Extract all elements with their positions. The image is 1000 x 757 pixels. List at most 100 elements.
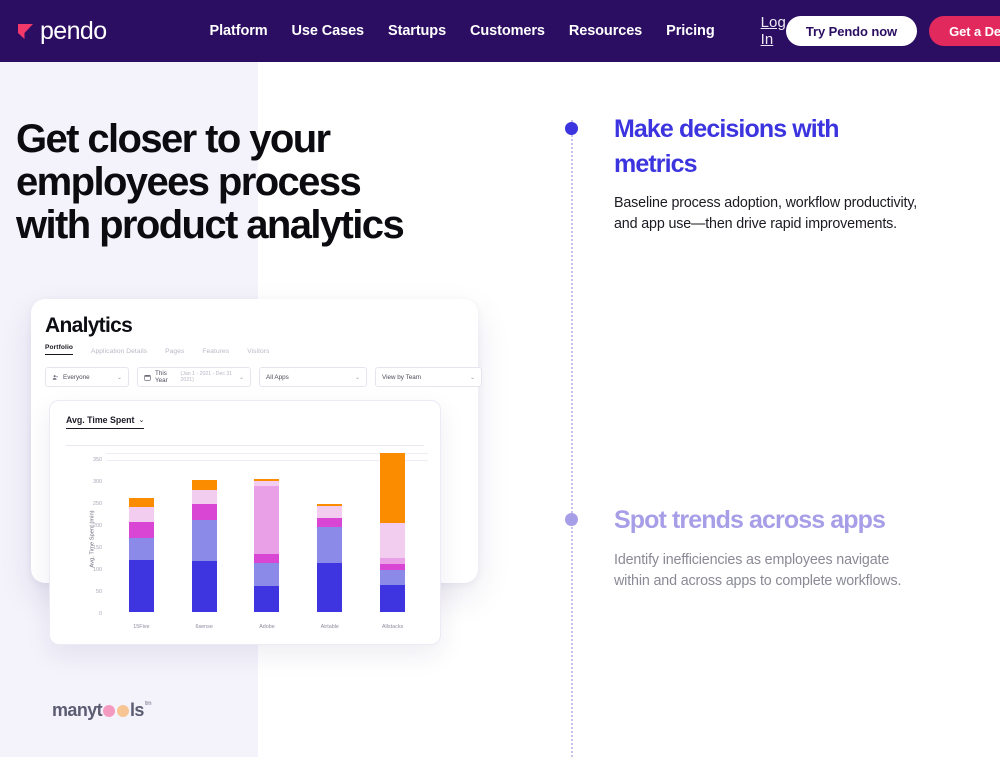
chart-bar-segment (254, 485, 280, 554)
chart-bar-segment (254, 585, 280, 612)
feature-item-2[interactable]: Spot trends across apps Identify ineffic… (614, 503, 926, 592)
timeline-dot-1 (565, 122, 578, 135)
pendo-arrow-icon (16, 20, 38, 42)
chart-bar[interactable] (380, 452, 406, 612)
chart-metric-label: Avg. Time Spent (66, 415, 135, 425)
top-navigation-bar: pendo Platform Use Cases Startups Custom… (0, 0, 1000, 62)
chart-bar-segment (191, 520, 217, 562)
feature-timeline-line (571, 120, 573, 757)
chart-y-tick: 200 (93, 522, 102, 529)
chart-bar-group[interactable] (114, 451, 169, 612)
chevron-down-icon: ⌄ (238, 374, 244, 381)
nav-link-resources[interactable]: Resources (569, 23, 642, 39)
chart-y-tick: 250 (93, 500, 102, 507)
chart-bar-segment (254, 553, 280, 563)
tab-portfolio[interactable]: Portfolio (45, 344, 74, 355)
chart-bar-group[interactable] (365, 451, 420, 612)
chart-y-tick: 50 (96, 588, 102, 595)
chart-y-axis-label: Avg. Time Spent (min) (89, 510, 96, 568)
filter-view-by[interactable]: View by Team ⌄ (375, 367, 482, 387)
chart-bar-segment (380, 570, 406, 585)
page-title: Get closer to your employees process wit… (16, 117, 405, 247)
chevron-down-icon: ⌄ (116, 374, 122, 381)
chart-card: Avg. Time Spent ⌄ Avg. Time Spent (min) … (49, 400, 441, 645)
get-a-demo-button[interactable]: Get a Demo (929, 16, 1000, 46)
chart-bar-segment (191, 489, 217, 505)
chevron-down-icon: ⌄ (138, 417, 145, 424)
chart-bar-segment (128, 538, 154, 561)
chart-plot-area: Avg. Time Spent (min) 0 50 100 150 200 250 300… (66, 451, 428, 634)
page-root: pendo Platform Use Cases Startups Custom… (0, 0, 1000, 757)
chart-divider (66, 445, 424, 446)
nav-cta-group: Try Pendo now Get a Demo (785, 16, 1000, 46)
pendo-logo-text: pendo (40, 16, 107, 45)
chart-bar-segment (128, 498, 154, 508)
chart-bars (110, 451, 424, 612)
nav-links: Platform Use Cases Startups Customers Re… (210, 14, 786, 48)
feature-body-1: Baseline process adoption, workflow prod… (614, 195, 918, 233)
chart-bar-segment (380, 523, 406, 559)
nav-link-customers[interactable]: Customers (470, 23, 545, 39)
chart-bar[interactable] (128, 498, 154, 612)
chart-y-tick: 100 (93, 566, 102, 573)
chevron-down-icon: ⌄ (354, 374, 360, 381)
pendo-logo[interactable]: pendo (16, 16, 107, 45)
filter-apps-value: All Apps (266, 373, 289, 381)
dashboard-title: Analytics (45, 314, 133, 337)
nav-link-pricing[interactable]: Pricing (666, 23, 715, 39)
chart-bar-segment (128, 560, 154, 612)
tab-visitors[interactable]: Visitors (247, 348, 269, 355)
tab-application-details[interactable]: Application Details (91, 348, 147, 355)
nav-link-use-cases[interactable]: Use Cases (292, 23, 365, 39)
chevron-down-icon: ⌄ (469, 374, 475, 381)
chart-bar-segment (317, 527, 343, 563)
chart-bar-segment (128, 507, 154, 522)
filter-audience[interactable]: Everyone ⌄ (45, 367, 129, 387)
filter-date-range-sub: (Jan 1 - 2021 - Dec 31 2021) (180, 371, 233, 383)
chart-bar-segment (317, 517, 343, 528)
manytools-trademark: tm (144, 701, 152, 707)
chart-bar-segment (317, 562, 343, 612)
chart-bar[interactable] (254, 479, 280, 612)
feature-item-1[interactable]: Make decisions with metrics Baseline pro… (614, 112, 926, 235)
chart-bar[interactable] (317, 503, 343, 612)
chart-x-tick: Adobe (259, 624, 275, 630)
manytools-text-before: many (52, 700, 97, 720)
filter-apps[interactable]: All Apps ⌄ (259, 367, 367, 387)
manytools-text-after: ls (130, 700, 144, 720)
tab-features[interactable]: Features (202, 348, 229, 355)
try-pendo-now-button[interactable]: Try Pendo now (785, 16, 918, 46)
chart-bar-segment (191, 479, 217, 490)
tab-pages[interactable]: Pages (165, 348, 184, 355)
feature-body-2: Identify inefficiencies as employees nav… (614, 551, 902, 589)
manytools-circle-2 (117, 704, 130, 717)
nav-link-log-in[interactable]: Log In (761, 14, 786, 48)
chart-metric-selector[interactable]: Avg. Time Spent ⌄ (66, 415, 145, 429)
filter-date-range-value: This Year (155, 370, 168, 384)
manytools-logo: many t ls tm (52, 700, 152, 721)
feature-title-1: Make decisions with metrics (614, 115, 840, 178)
chart-bar-group[interactable] (302, 451, 357, 612)
chart-bar-segment (128, 521, 154, 539)
filter-audience-value: Everyone (63, 373, 90, 381)
dashboard-tabs: Portfolio Application Details Pages Feat… (45, 344, 270, 355)
nav-link-startups[interactable]: Startups (388, 23, 446, 39)
chart-y-tick: 0 (99, 611, 102, 617)
nav-link-platform[interactable]: Platform (210, 23, 268, 39)
manytools-circle-1 (103, 704, 116, 717)
filter-date-range[interactable]: This Year (Jan 1 - 2021 - Dec 31 2021) ⌄ (137, 367, 251, 387)
chart-bar-segment (317, 505, 343, 518)
chart-bar[interactable] (191, 479, 217, 612)
feature-title-2: Spot trends across apps (614, 506, 886, 534)
chart-bar-group[interactable] (240, 451, 295, 612)
chart-y-tick: 350 (93, 456, 102, 463)
chart-bar-segment (380, 563, 406, 571)
chart-x-tick: 15Five (133, 624, 150, 630)
chart-bar-segment (380, 452, 406, 524)
chart-x-tick: Airtable (320, 624, 339, 630)
manytools-text-t: t (96, 700, 103, 720)
chart-y-tick: 150 (93, 544, 102, 551)
chart-bar-group[interactable] (177, 451, 232, 612)
chart-bar-segment (191, 561, 217, 612)
dashboard-filters: Everyone ⌄ This Year (Jan 1 - 2021 - Dec… (45, 367, 482, 387)
